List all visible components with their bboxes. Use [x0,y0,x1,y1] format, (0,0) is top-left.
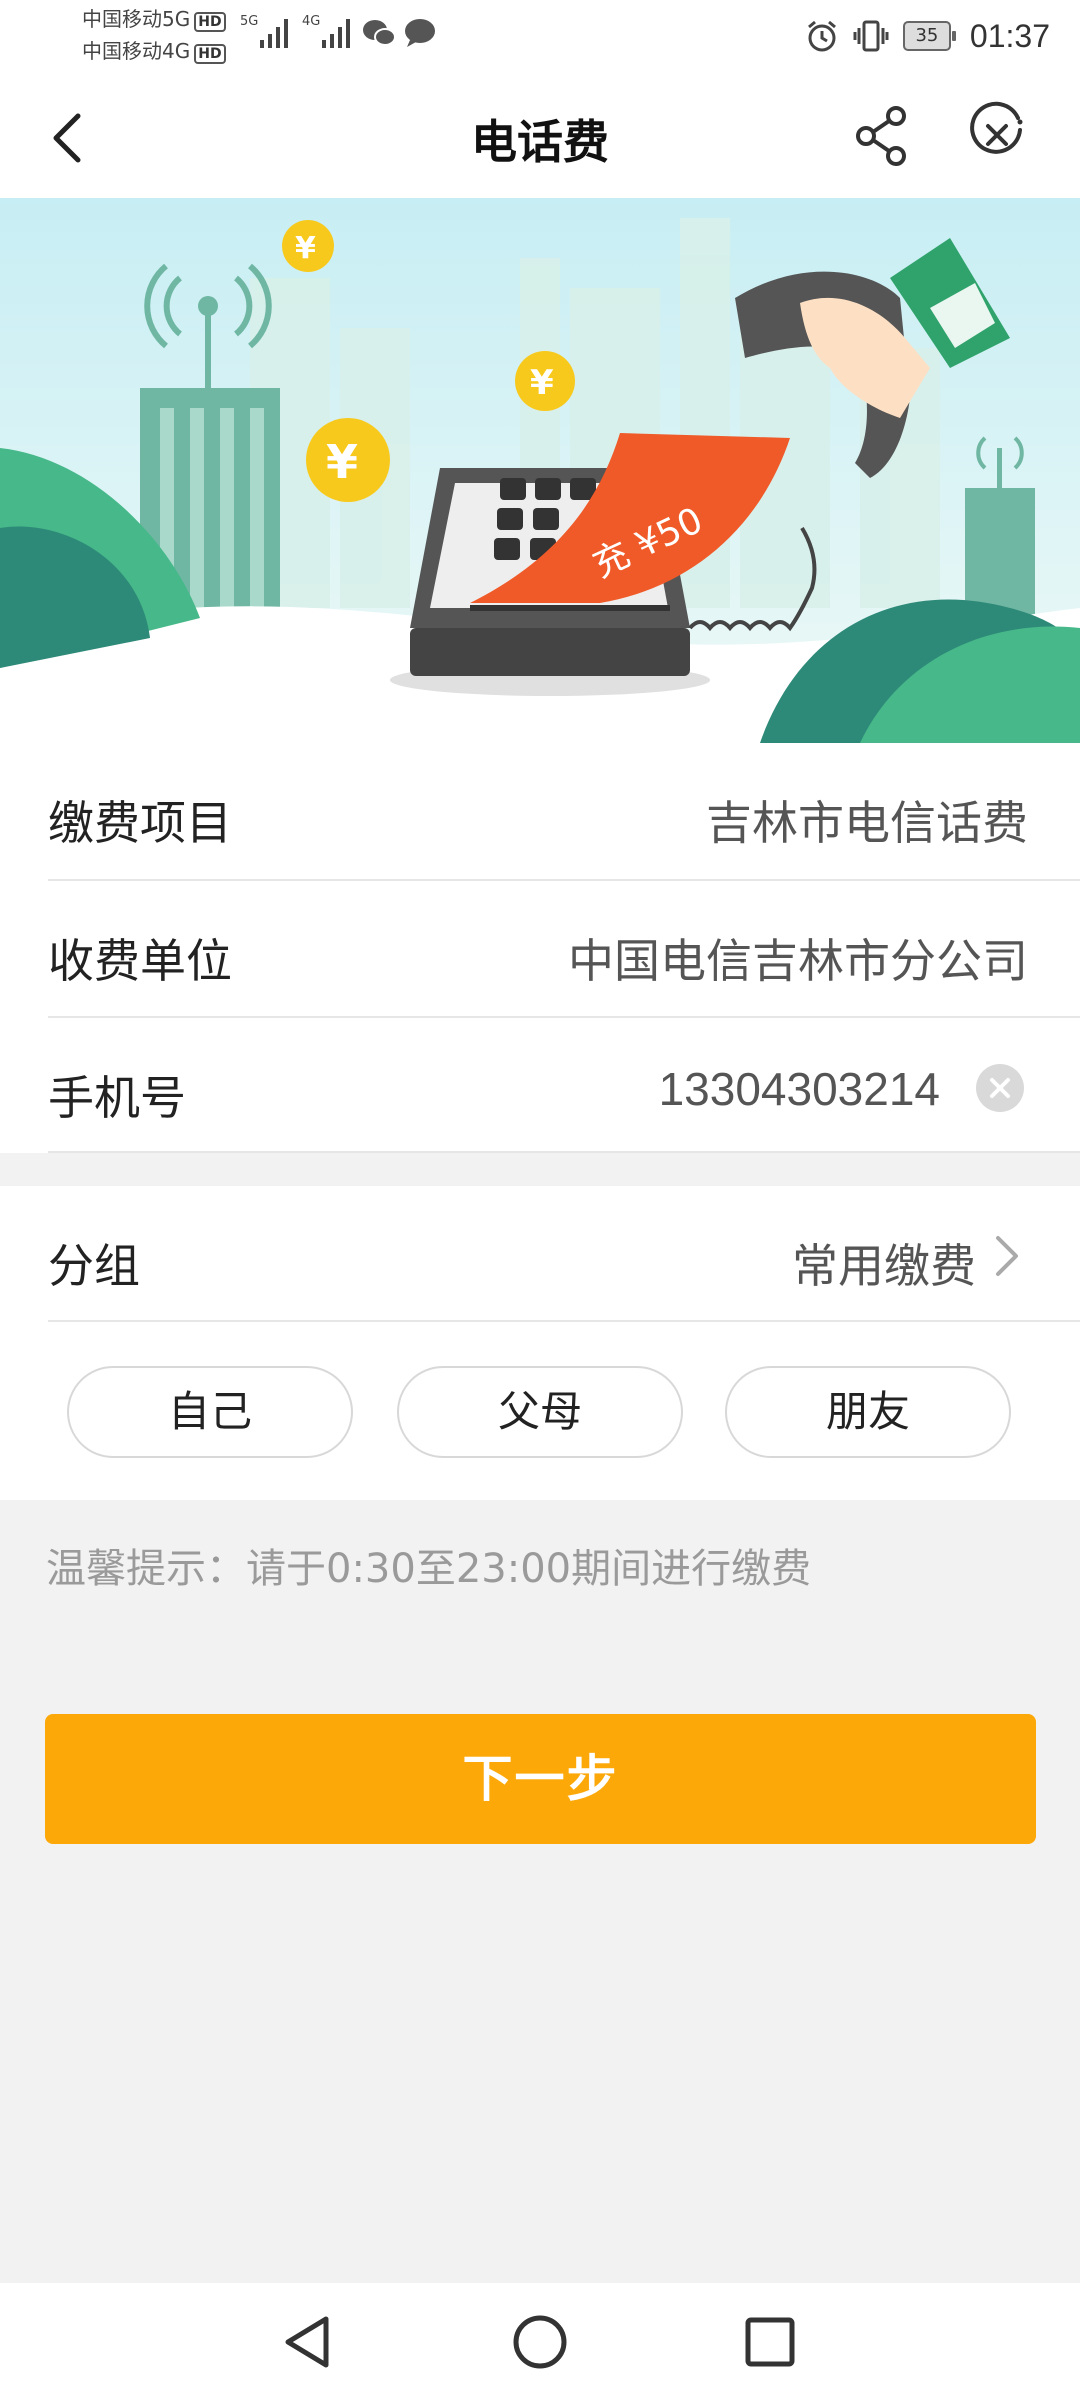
billing-unit-row: 收费单位 中国电信吉林市分公司 [48,881,1080,1017]
phone-number-label: 手机号 [48,1071,186,1125]
wechat-icon [363,20,396,46]
status-bar: 中国移动5G HD 中国移动4G HD 5G 4G 35 01:37 [0,0,1080,80]
group-row-inner: 分组 常用缴费 [48,1186,1080,1322]
hd-badge-2: HD [194,44,226,64]
title-bar: 电话费 [0,80,1080,198]
carrier-2: 中国移动4G HD [82,40,226,64]
circle-home-icon [513,2315,567,2369]
clear-icon [990,1078,1010,1098]
sig2-label: 4G [302,14,321,29]
close-button[interactable] [962,100,1032,170]
banner-illustration: 充 ¥50 ¥ ¥ ¥ [0,198,1080,743]
phone-number-input[interactable]: 13304303214 [659,1062,940,1116]
group-row[interactable]: 分组 常用缴费 [0,1186,1080,1330]
nav-recents-button[interactable] [735,2307,805,2377]
coin-symbol-3: ¥ [326,435,358,489]
battery-icon: 35 [902,21,956,51]
carrier-1-label: 中国移动5G [82,7,191,31]
chip-friends[interactable]: 朋友 [725,1366,1011,1458]
carrier-1: 中国移动5G HD [82,8,226,32]
chip-self[interactable]: 自己 [67,1366,353,1458]
phone-recharge-illustration: 充 ¥50 ¥ ¥ ¥ [0,198,1080,743]
close-circle-icon [970,101,1023,154]
vibrate-icon [853,20,889,52]
clock: 01:37 [969,17,1050,54]
coin-symbol-2: ¥ [530,363,554,403]
chevron-right-icon [988,1232,1024,1280]
share-icon [856,106,906,166]
system-nav-bar [0,2283,1080,2400]
phone-number-row: 手机号 13304303214 [48,1018,1080,1154]
signal-icon-2 [322,19,350,48]
battery-tip [951,31,956,41]
alarm-icon [807,20,836,52]
square-recents-icon [745,2317,795,2367]
next-step-button[interactable]: 下一步 [45,1714,1036,1844]
group-value: 常用缴费 [792,1239,976,1293]
chip-parents[interactable]: 父母 [397,1366,683,1458]
group-label: 分组 [48,1239,140,1293]
nav-back-button[interactable] [274,2307,344,2377]
group-chips: 自己 父母 朋友 [0,1330,1080,1500]
carrier-2-label: 中国移动4G [82,39,191,63]
nav-home-button[interactable] [505,2307,575,2377]
hd-badge-1: HD [194,12,226,32]
payment-item-value: 吉林市电信话费 [706,796,1028,850]
status-icons: 35 01:37 [805,14,1050,58]
battery-level: 35 [902,21,951,51]
tip-text: 温馨提示：请于0:30至23:00期间进行缴费 [46,1546,812,1592]
clear-input-button[interactable] [976,1064,1024,1112]
payment-item-label: 缴费项目 [48,796,232,850]
billing-unit-label: 收费单位 [48,934,232,988]
sig1-label: 5G [240,14,259,29]
message-icon [405,19,435,47]
share-button[interactable] [846,100,916,170]
triangle-back-icon [285,2316,329,2368]
divider [48,1320,1080,1322]
signal-icon-1 [260,19,288,48]
billing-unit-value: 中国电信吉林市分公司 [568,934,1028,988]
coin-symbol-1: ¥ [295,231,316,266]
divider [48,1151,1080,1153]
page-title: 电话费 [471,115,609,169]
payment-info-card: 缴费项目 吉林市电信话费 收费单位 中国电信吉林市分公司 手机号 1330430… [0,743,1080,1153]
payment-item-row: 缴费项目 吉林市电信话费 [48,743,1080,879]
